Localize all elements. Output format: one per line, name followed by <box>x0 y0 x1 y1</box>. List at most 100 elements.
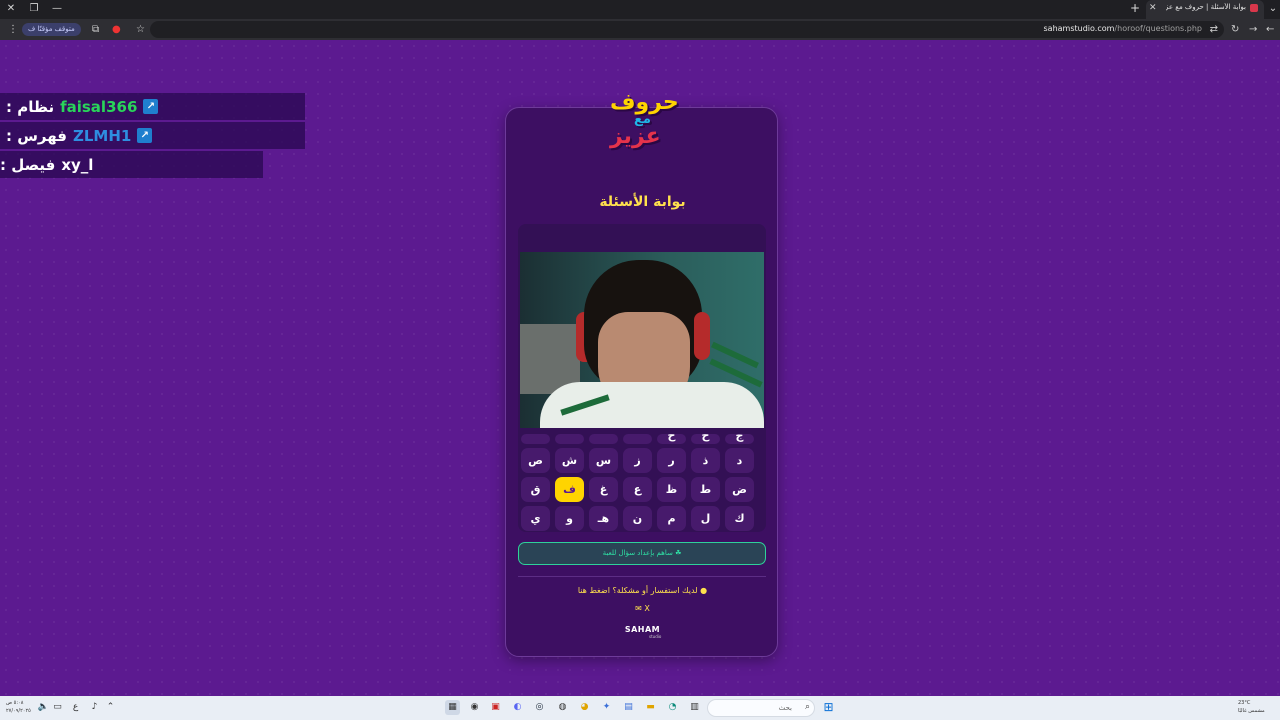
tab-title: بوابة الأسئلة | حروف مع عزيز <box>1166 3 1246 11</box>
letter-key[interactable]: ق <box>521 477 550 502</box>
edge-icon[interactable]: ◔ <box>665 700 680 715</box>
webcam-video <box>520 252 764 428</box>
letter-key[interactable]: ط <box>691 477 720 502</box>
app-icon-5[interactable]: ▥ <box>687 700 702 715</box>
page-title: بوابة الأسئلة <box>599 194 686 210</box>
letter-key[interactable]: غ <box>589 477 618 502</box>
chat-display-name: نظام : <box>6 97 55 116</box>
letter-key[interactable] <box>521 434 550 444</box>
letter-key[interactable]: ض <box>725 477 754 502</box>
new-tab-icon[interactable]: + <box>1130 1 1140 15</box>
app-icon-1[interactable]: ◉ <box>467 700 482 715</box>
steam-icon[interactable]: ◎ <box>532 700 547 715</box>
weather-widget[interactable]: 23°C مشمس غالبًا <box>1238 699 1265 715</box>
discord-icon[interactable]: ◐ <box>510 700 525 715</box>
clock-date: ٢٧/٠٩/٢٠٢٥ <box>6 708 31 714</box>
letter-key[interactable]: ع <box>623 477 652 502</box>
chat-username: faisal366 <box>60 97 138 116</box>
back-icon[interactable]: ← <box>1266 23 1274 36</box>
letter-key[interactable]: ز <box>623 448 652 473</box>
paused-label: متوقف مؤقتًا <box>37 25 75 33</box>
letter-key[interactable]: ج <box>725 434 754 444</box>
questions-card: حروف مع عزيز بوابة الأسئلة جحخ دذرزسشص ضطظ… <box>505 90 779 657</box>
contribute-label: ساهم بإعداد سؤال للعبة <box>602 549 673 557</box>
windows-start-icon[interactable]: ⊞ <box>821 700 836 715</box>
tray-chevron-icon[interactable]: ⌃ <box>103 700 118 715</box>
paused-profile-button[interactable]: متوقف مؤقتًا ف <box>22 23 81 36</box>
minimize-window-icon[interactable]: — <box>50 2 64 16</box>
favicon-icon <box>1250 4 1258 12</box>
browser-toolbar: ⋮ متوقف مؤقتًا ف ⧉ ● ☆ sahamstudio.com/h… <box>0 19 1280 40</box>
taskbar-search[interactable]: بحث ⌕ <box>707 699 815 717</box>
saham-logo: SAHAM <box>624 625 661 634</box>
letter-key[interactable]: ف <box>555 477 584 502</box>
clock-time: ٥:٠٨ ص <box>6 700 24 706</box>
file-explorer-icon[interactable]: ▬ <box>643 700 658 715</box>
letter-key[interactable]: ر <box>657 448 686 473</box>
letter-key[interactable]: م <box>657 506 686 531</box>
chat-username: xy_l <box>61 155 94 174</box>
letter-key[interactable] <box>623 434 652 444</box>
close-window-icon[interactable]: ✕ <box>4 2 18 16</box>
address-bar[interactable]: ☆ sahamstudio.com/horoof/questions.php ⇄ <box>136 21 1224 38</box>
reload-icon[interactable]: ↻ <box>1231 23 1239 36</box>
volume-icon[interactable]: 🔈 <box>36 700 51 715</box>
system-clock[interactable]: ٥:٠٨ ص ٢٧/٠٩/٢٠٢٥ <box>6 699 31 715</box>
letter-key[interactable]: ي <box>521 506 550 531</box>
forward-icon[interactable]: → <box>1249 23 1257 36</box>
divider <box>518 576 766 577</box>
moderator-badge-icon: ↗ <box>143 99 159 114</box>
letter-key[interactable]: ش <box>555 448 584 473</box>
tab-questions[interactable]: ✕ بوابة الأسئلة | حروف مع عزيز <box>1146 0 1264 19</box>
chrome-icon[interactable]: ◕ <box>577 700 592 715</box>
saham-logo-sub: studio <box>649 634 662 639</box>
bookmark-star-icon[interactable]: ☆ <box>136 23 145 36</box>
extensions-icon[interactable]: ⧉ <box>92 23 99 36</box>
letter-key[interactable]: ل <box>691 506 720 531</box>
menu-icon[interactable]: ⋮ <box>8 23 18 36</box>
help-text: لديك استفسار أو مشكلة؟ اضغط هنا <box>577 586 698 595</box>
contribute-question-button[interactable]: ساهم بإعداد سؤال للعبة ☘ <box>518 542 766 565</box>
site-settings-icon[interactable]: ⇄ <box>1210 23 1218 36</box>
letter-key[interactable]: د <box>725 448 754 473</box>
windows-taskbar: ٥:٠٨ ص ٢٧/٠٩/٢٠٢٥ 🔈 ▭ ع ♪ ⌃ ▦ ◉ ▣ ◐ ◎ ◍ … <box>0 696 1280 720</box>
letter-key[interactable]: ظ <box>657 477 686 502</box>
chat-message: ↗ faisal366 نظام : <box>0 93 305 120</box>
weather-temp: 23°C <box>1238 700 1251 706</box>
url-text: sahamstudio.com/horoof/questions.php <box>1043 24 1202 33</box>
search-placeholder: بحث <box>778 704 792 712</box>
microphone-icon[interactable]: ♪ <box>87 700 102 715</box>
paused-letter: ف <box>28 25 36 33</box>
chat-message: ↗ ZLMH1 فهرس : <box>0 122 305 149</box>
app-icon-4[interactable]: ▤ <box>621 700 636 715</box>
letter-key[interactable]: ص <box>521 448 550 473</box>
letter-key[interactable]: ن <box>623 506 652 531</box>
letter-key[interactable]: و <box>555 506 584 531</box>
chat-username: ZLMH1 <box>72 126 132 145</box>
record-icon[interactable]: ● <box>112 23 121 36</box>
social-links[interactable]: ✉ X <box>506 604 779 613</box>
help-link[interactable]: لديك استفسار أو مشكلة؟ اضغط هنا ● <box>506 586 779 595</box>
tab-search-icon[interactable]: ⌄ <box>1266 2 1280 16</box>
tab-close-icon[interactable]: ✕ <box>1149 3 1157 13</box>
letter-key[interactable] <box>589 434 618 444</box>
language-indicator[interactable]: ع <box>68 700 83 715</box>
task-view-icon[interactable]: ▦ <box>445 700 460 715</box>
chat-message: xy_l فيصل : <box>0 151 263 178</box>
letter-key[interactable] <box>555 434 584 444</box>
letter-key[interactable]: هـ <box>589 506 618 531</box>
chat-display-name: فيصل : <box>0 155 56 174</box>
letter-key[interactable]: ذ <box>691 448 720 473</box>
letter-key[interactable]: س <box>589 448 618 473</box>
horoof-logo: حروف مع عزيز <box>606 90 682 170</box>
app-icon-3[interactable]: ✦ <box>599 700 614 715</box>
restore-window-icon[interactable]: ❐ <box>27 2 41 16</box>
letter-key[interactable]: ك <box>725 506 754 531</box>
network-icon[interactable]: ▭ <box>50 700 65 715</box>
obs-icon[interactable]: ◍ <box>555 700 570 715</box>
letter-key[interactable]: ح <box>691 434 720 444</box>
logo-line-3: عزيز <box>610 124 661 149</box>
app-icon-2[interactable]: ▣ <box>488 700 503 715</box>
letter-key[interactable]: خ <box>657 434 686 444</box>
moderator-badge-icon: ↗ <box>137 128 153 143</box>
